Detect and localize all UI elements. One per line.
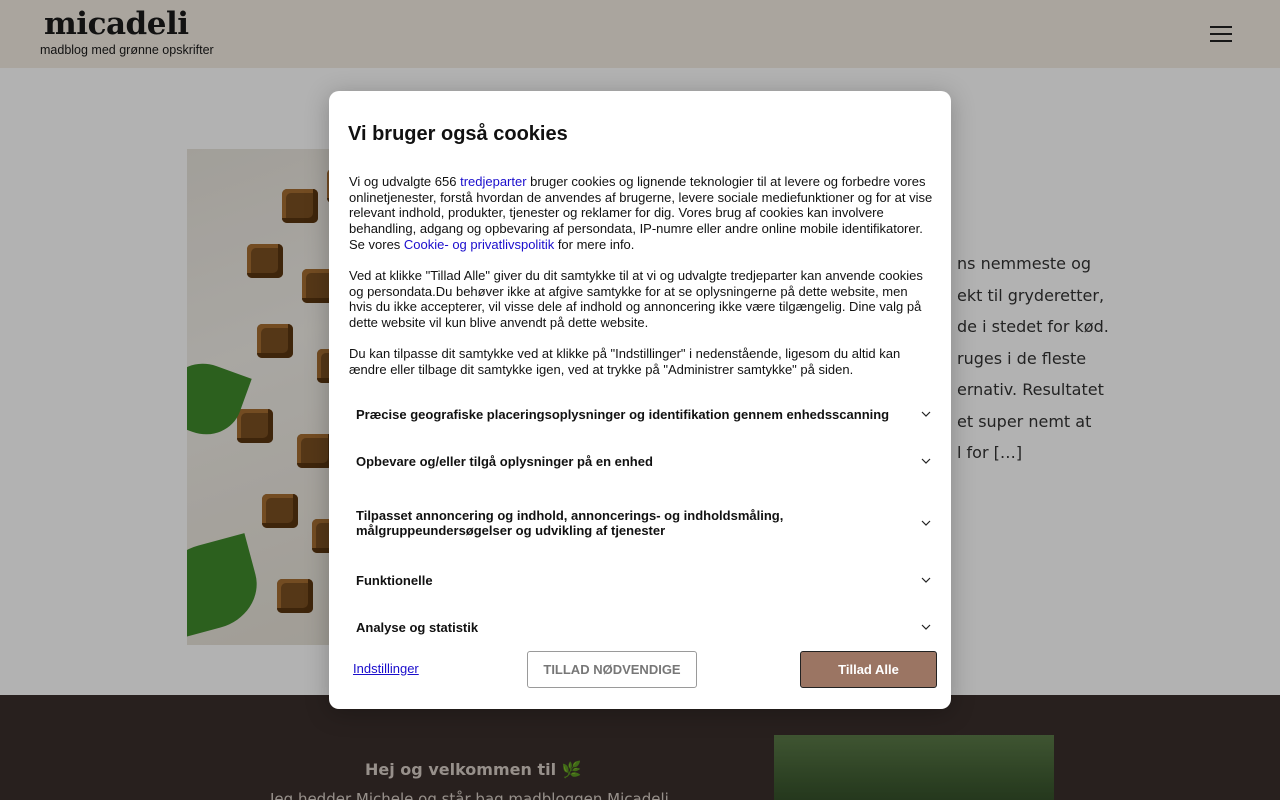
accordion-functional[interactable]: Funktionelle — [349, 559, 939, 601]
accordion-label: Præcise geografiske placeringsoplysninge… — [356, 406, 890, 422]
accordion-personalised-ads[interactable]: Tilpasset annoncering og indhold, annonc… — [349, 487, 939, 559]
customize-paragraph: Du kan tilpasse dit samtykke ved at klik… — [349, 346, 901, 378]
accordion-device-storage[interactable]: Opbevare og/eller tilgå oplysninger på e… — [349, 435, 939, 487]
allow-all-button[interactable]: Tillad Alle — [800, 651, 937, 688]
consent-paragraph: Ved at klikke "Tillad Alle" giver du dit… — [349, 268, 923, 331]
chevron-down-icon — [921, 577, 931, 583]
third-parties-link[interactable]: tredjeparter — [460, 174, 526, 189]
chevron-down-icon — [921, 520, 931, 526]
accordion-label: Analyse og statistik — [356, 619, 479, 635]
cookie-dialog-body: Vi og udvalgte 656 tredjeparter bruger c… — [349, 174, 933, 393]
privacy-policy-link[interactable]: Cookie- og privatlivspolitik — [404, 237, 554, 252]
accordion-analytics[interactable]: Analyse og statistik — [349, 601, 939, 653]
accordion-label: Opbevare og/eller tilgå oplysninger på e… — [356, 453, 653, 469]
chevron-down-icon — [921, 411, 931, 417]
cookie-consent-dialog: Vi bruger også cookies Vi og udvalgte 65… — [329, 91, 951, 709]
accordion-label: Tilpasset annoncering og indhold, annonc… — [356, 508, 784, 538]
purpose-accordion: Præcise geografiske placeringsoplysninge… — [349, 393, 939, 653]
accordion-label: Funktionelle — [356, 572, 433, 588]
intro-text: for mere info. — [554, 236, 635, 252]
allow-necessary-button[interactable]: TILLAD NØDVENDIGE — [527, 651, 697, 688]
chevron-down-icon — [921, 458, 931, 464]
accordion-geolocation[interactable]: Præcise geografiske placeringsoplysninge… — [349, 393, 939, 435]
cookie-dialog-title: Vi bruger også cookies — [348, 123, 568, 145]
chevron-down-icon — [921, 624, 931, 630]
intro-text: Vi og udvalgte 656 — [349, 174, 461, 189]
cookie-intro-paragraph: Vi og udvalgte 656 tredjeparter bruger c… — [349, 174, 933, 253]
settings-link[interactable]: Indstillinger — [353, 661, 419, 676]
